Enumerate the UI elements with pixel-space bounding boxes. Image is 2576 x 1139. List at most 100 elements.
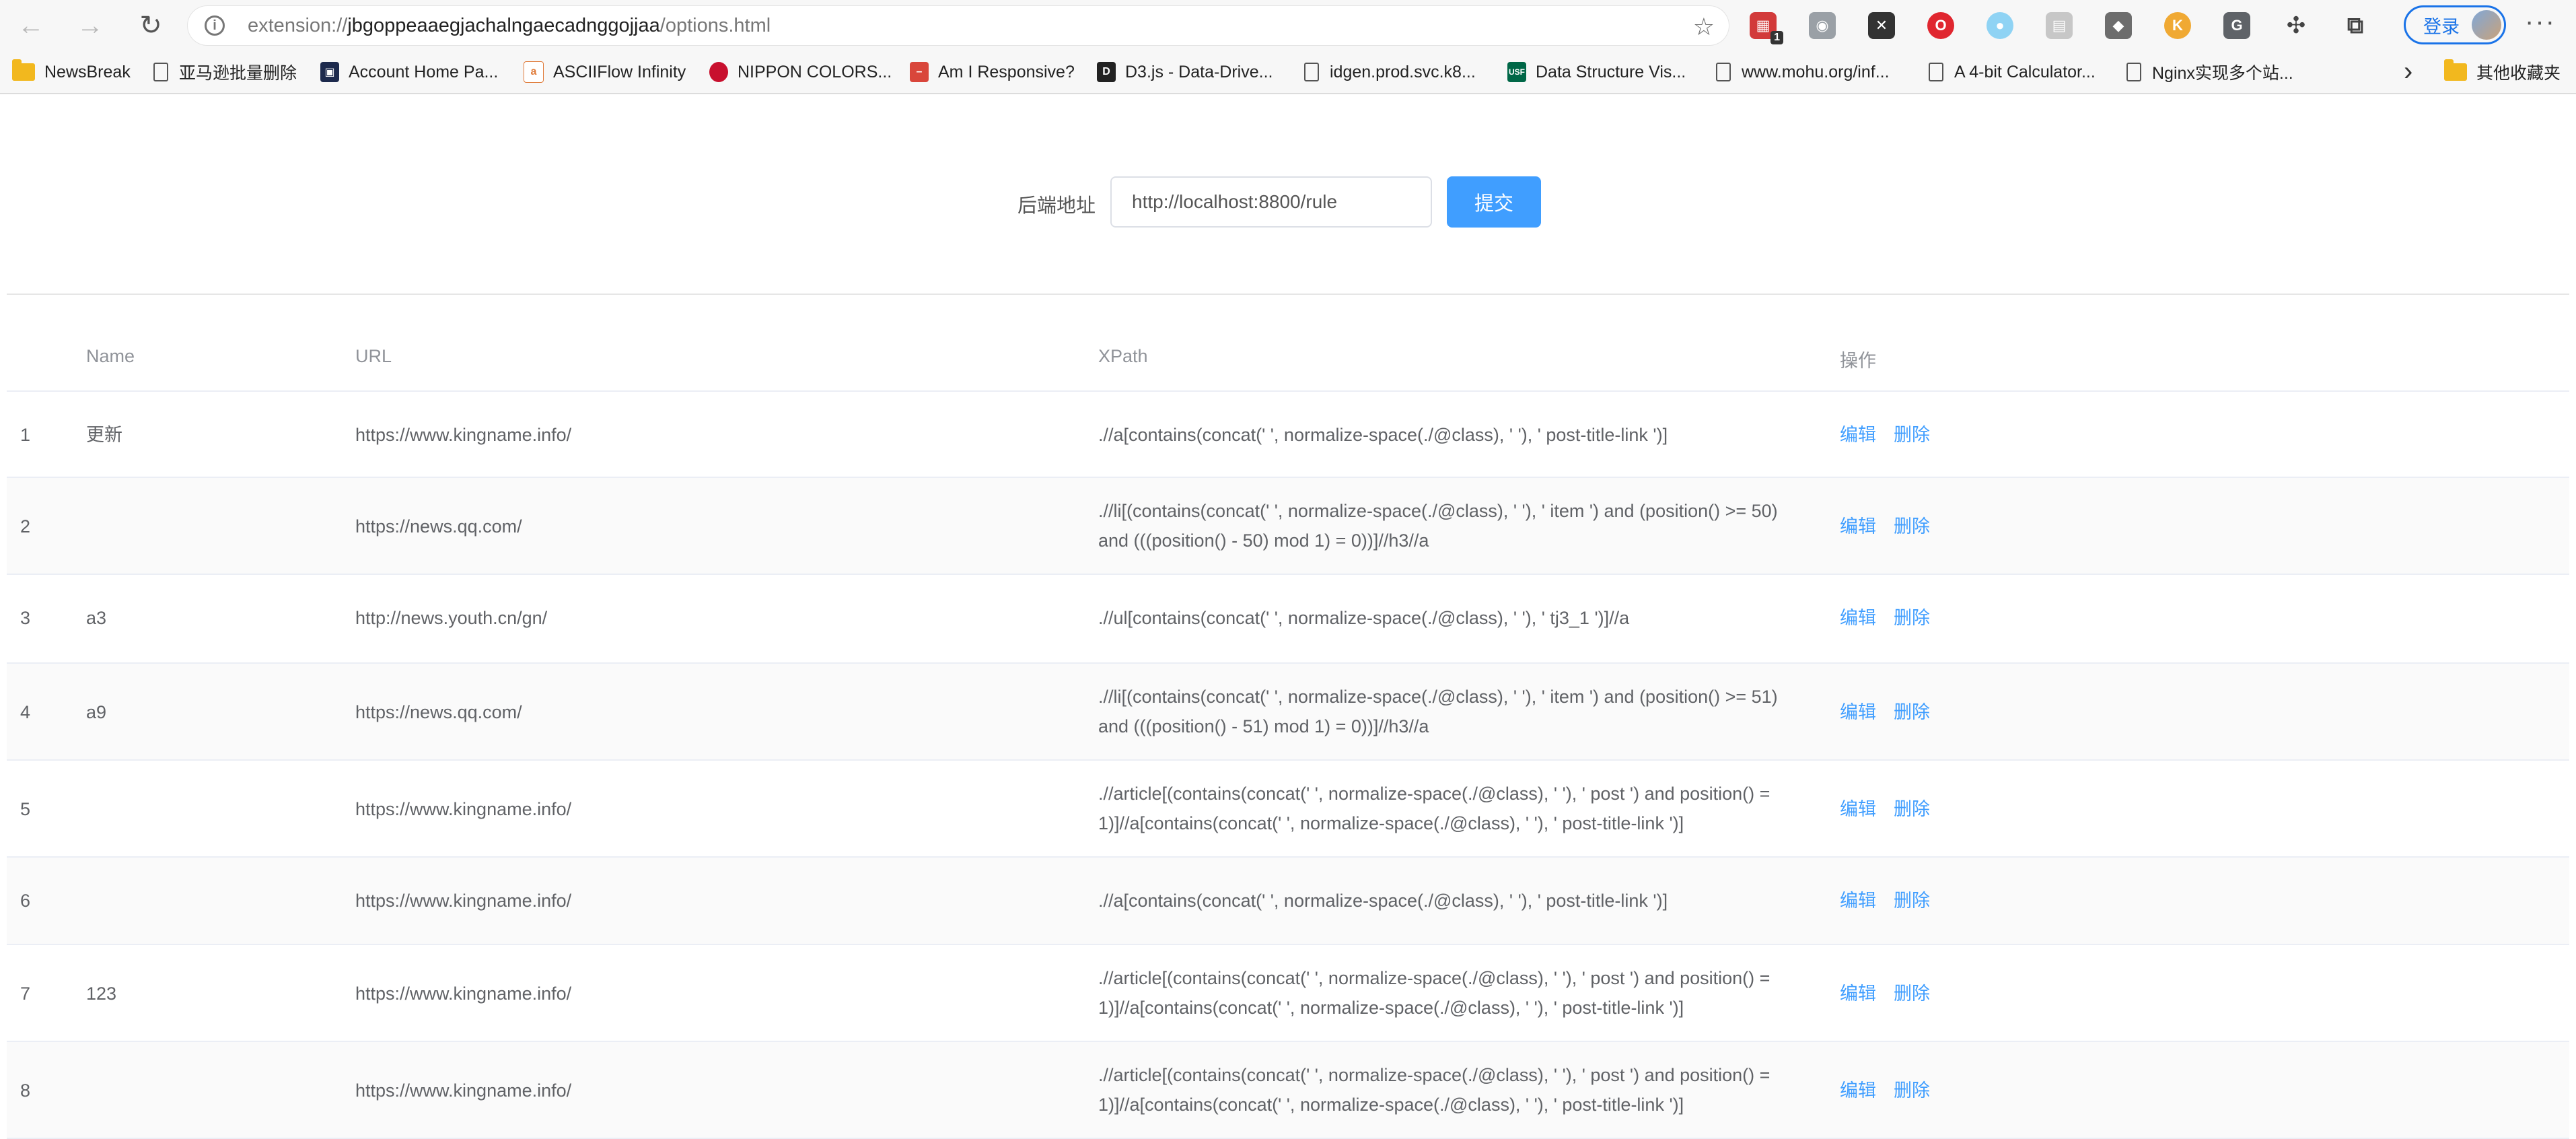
bookmark-nippon-colors[interactable]: NIPPON COLORS... xyxy=(709,51,892,93)
row-index: 7 xyxy=(20,983,31,1004)
delete-button[interactable]: 删除 xyxy=(1894,420,1930,450)
row-url: https://www.kingname.info/ xyxy=(355,425,572,445)
bookmark-account-home[interactable]: ▣ Account Home Pa... xyxy=(320,51,498,93)
bookmark-asciiflow[interactable]: a ASCIIFlow Infinity xyxy=(524,51,686,93)
bookmark-other-folder[interactable]: 其他收藏夹 xyxy=(2444,51,2561,93)
row-xpath: .//li[(contains(concat(' ', normalize-sp… xyxy=(1098,501,1778,551)
page-icon xyxy=(1716,63,1731,81)
page-icon xyxy=(1929,63,1943,81)
forward-icon[interactable]: → xyxy=(66,1,114,50)
row-actions: 编辑 删除 xyxy=(1840,979,1947,1008)
reload-icon[interactable]: ↻ xyxy=(127,1,175,50)
bookmark-mohu[interactable]: www.mohu.org/inf... xyxy=(1716,51,1890,93)
address-bar[interactable]: i extension://jbgoppeaaegjachalngaecadng… xyxy=(187,5,1729,46)
extension-k-icon[interactable]: K xyxy=(2164,12,2191,39)
row-index: 2 xyxy=(20,516,31,537)
backend-address-label: 后端地址 xyxy=(1017,195,1096,217)
edit-button[interactable]: 编辑 xyxy=(1840,1076,1876,1105)
edit-button[interactable]: 编辑 xyxy=(1840,697,1876,727)
collections-icon[interactable]: ⧉ xyxy=(2342,12,2369,39)
table-row: 8 https://www.kingname.info/ .//article[… xyxy=(7,1042,2569,1139)
more-menu-icon[interactable]: ··· xyxy=(2525,7,2556,37)
table-row: 5 https://www.kingname.info/ .//article[… xyxy=(7,761,2569,858)
delete-button[interactable]: 删除 xyxy=(1894,603,1930,633)
bookmarks-bar: NewsBreak 亚马逊批量删除 ▣ Account Home Pa... aA… xyxy=(0,51,2576,94)
backend-address-input[interactable] xyxy=(1110,176,1432,228)
table-row: 7 123 https://www.kingname.info/ .//arti… xyxy=(7,945,2569,1042)
browser-toolbar: ← → ↻ i extension://jbgoppeaaegjachalnga… xyxy=(0,0,2576,51)
extension-mask-icon[interactable]: ◉ xyxy=(1809,12,1836,39)
row-index: 6 xyxy=(20,891,31,911)
row-actions: 编辑 删除 xyxy=(1840,794,1947,824)
chevron-right-icon[interactable]: › xyxy=(2404,57,2412,87)
extension-circle-icon[interactable]: ● xyxy=(1987,12,2013,39)
bookmark-data-structure-vis[interactable]: USF Data Structure Vis... xyxy=(1507,51,1686,93)
extension-g-icon[interactable]: G xyxy=(2223,12,2250,39)
table-row: 4 a9 https://news.qq.com/ .//li[(contain… xyxy=(7,664,2569,761)
section-divider xyxy=(7,294,2569,295)
table-row: 1 更新 https://www.kingname.info/ .//a[con… xyxy=(7,392,2569,478)
info-icon[interactable]: i xyxy=(205,15,225,36)
edit-button[interactable]: 编辑 xyxy=(1840,886,1876,916)
extension-opera-icon[interactable]: O xyxy=(1927,12,1954,39)
row-xpath: .//a[contains(concat(' ', normalize-spac… xyxy=(1098,425,1668,445)
row-url: https://www.kingname.info/ xyxy=(355,983,572,1004)
header-xpath: XPath xyxy=(1098,346,1148,366)
row-xpath: .//article[(contains(concat(' ', normali… xyxy=(1098,784,1770,833)
delete-button[interactable]: 删除 xyxy=(1894,979,1930,1008)
edit-button[interactable]: 编辑 xyxy=(1840,512,1876,541)
bookmark-nginx[interactable]: Nginx实现多个站... xyxy=(2126,51,2293,93)
bookmark-idgen[interactable]: idgen.prod.svc.k8... xyxy=(1304,51,1476,93)
table-row: 6 https://www.kingname.info/ .//a[contai… xyxy=(7,858,2569,945)
site-icon: – xyxy=(910,62,929,82)
edit-button[interactable]: 编辑 xyxy=(1840,603,1876,633)
row-index: 3 xyxy=(20,608,31,628)
edit-button[interactable]: 编辑 xyxy=(1840,979,1876,1008)
back-icon[interactable]: ← xyxy=(7,1,55,50)
row-url: https://www.kingname.info/ xyxy=(355,891,572,911)
row-actions: 编辑 删除 xyxy=(1840,603,1947,633)
row-url: http://news.youth.cn/gn/ xyxy=(355,608,548,628)
bookmark-4bit-calculator[interactable]: A 4-bit Calculator... xyxy=(1929,51,2096,93)
site-icon: ▣ xyxy=(320,62,339,82)
site-icon: USF xyxy=(1507,62,1526,82)
submit-button[interactable]: 提交 xyxy=(1447,176,1541,228)
table-row: 3 a3 http://news.youth.cn/gn/ .//ul[cont… xyxy=(7,575,2569,664)
bookmark-newsbreak[interactable]: NewsBreak xyxy=(12,51,131,93)
extension-diamond-icon[interactable]: ◆ xyxy=(2105,12,2132,39)
row-xpath: .//article[(contains(concat(' ', normali… xyxy=(1098,968,1770,1018)
favorite-star-icon[interactable]: ☆ xyxy=(1693,13,1715,41)
extension-x-icon[interactable]: ✕ xyxy=(1868,12,1895,39)
row-url: https://news.qq.com/ xyxy=(355,516,522,537)
folder-icon xyxy=(2444,59,2467,81)
row-index: 1 xyxy=(20,425,31,445)
site-icon xyxy=(709,62,728,82)
row-name: a3 xyxy=(86,608,107,628)
edit-button[interactable]: 编辑 xyxy=(1840,420,1876,450)
row-actions: 编辑 删除 xyxy=(1840,886,1947,916)
login-button[interactable]: 登录 xyxy=(2404,5,2506,44)
edit-button[interactable]: 编辑 xyxy=(1840,794,1876,824)
delete-button[interactable]: 删除 xyxy=(1894,512,1930,541)
login-label: 登录 xyxy=(2423,16,2460,37)
bookmark-amazon-delete[interactable]: 亚马逊批量删除 xyxy=(153,51,297,93)
row-actions: 编辑 删除 xyxy=(1840,1076,1947,1105)
extension-puzzle-icon[interactable]: ✣ xyxy=(2283,12,2310,39)
backend-form: 后端地址 提交 xyxy=(0,175,2576,229)
site-icon: a xyxy=(524,61,544,83)
delete-button[interactable]: 删除 xyxy=(1894,794,1930,824)
delete-button[interactable]: 删除 xyxy=(1894,886,1930,916)
row-xpath: .//a[contains(concat(' ', normalize-spac… xyxy=(1098,891,1668,911)
bookmark-am-i-responsive[interactable]: – Am I Responsive? xyxy=(910,51,1075,93)
row-name: 123 xyxy=(86,983,117,1004)
row-name: a9 xyxy=(86,702,107,722)
row-url: https://www.kingname.info/ xyxy=(355,799,572,819)
delete-button[interactable]: 删除 xyxy=(1894,697,1930,727)
row-index: 4 xyxy=(20,702,31,722)
extension-calendar-icon[interactable]: ▦ 1 xyxy=(1750,12,1783,44)
extension-window-icon[interactable]: ▤ xyxy=(2046,12,2073,39)
url-text[interactable]: extension://jbgoppeaaegjachalngaecadnggo… xyxy=(248,15,771,37)
header-url: URL xyxy=(355,346,392,366)
bookmark-d3js[interactable]: D D3.js - Data-Drive... xyxy=(1097,51,1273,93)
delete-button[interactable]: 删除 xyxy=(1894,1076,1930,1105)
